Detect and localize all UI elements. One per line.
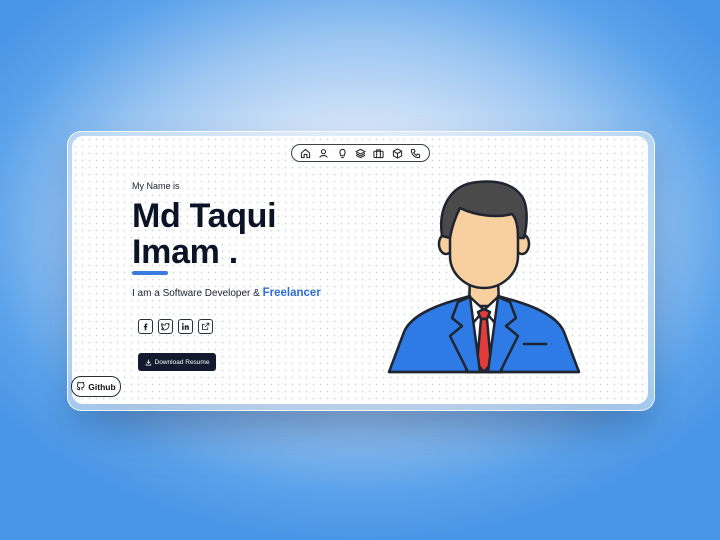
twitter-icon[interactable] [158, 319, 173, 334]
social-links [138, 319, 213, 334]
hero-name-line2: Imam . [132, 233, 238, 271]
home-icon[interactable] [299, 147, 311, 159]
lightbulb-icon[interactable] [336, 147, 348, 159]
facebook-icon[interactable] [138, 319, 153, 334]
tagline-highlight: Freelancer [262, 287, 321, 299]
github-label: Github [88, 381, 116, 392]
box-icon[interactable] [391, 147, 403, 159]
name-underline [132, 271, 168, 275]
external-link-icon[interactable] [198, 319, 213, 334]
developer-avatar-illustration [387, 180, 581, 374]
tagline-prefix: I am a Software Developer & [132, 288, 263, 299]
layers-icon[interactable] [354, 147, 366, 159]
hero-tagline: I am a Software Developer & Freelancer [132, 287, 321, 299]
download-resume-button[interactable]: Download Resume [138, 353, 216, 371]
hero-name: Md Taqui Imam . [132, 197, 277, 271]
github-button[interactable]: Github [71, 376, 121, 397]
portfolio-card: My Name is Md Taqui Imam . I am a Softwa… [72, 136, 648, 404]
hero-name-line1: Md Taqui [132, 197, 277, 235]
github-icon [76, 382, 85, 391]
download-resume-label: Download Resume [154, 358, 210, 366]
top-navbar [291, 144, 430, 162]
briefcase-icon[interactable] [373, 147, 385, 159]
user-icon[interactable] [318, 147, 330, 159]
download-icon [145, 358, 151, 366]
intro-eyebrow: My Name is [132, 181, 180, 191]
linkedin-icon[interactable] [178, 319, 193, 334]
phone-icon[interactable] [410, 147, 422, 159]
